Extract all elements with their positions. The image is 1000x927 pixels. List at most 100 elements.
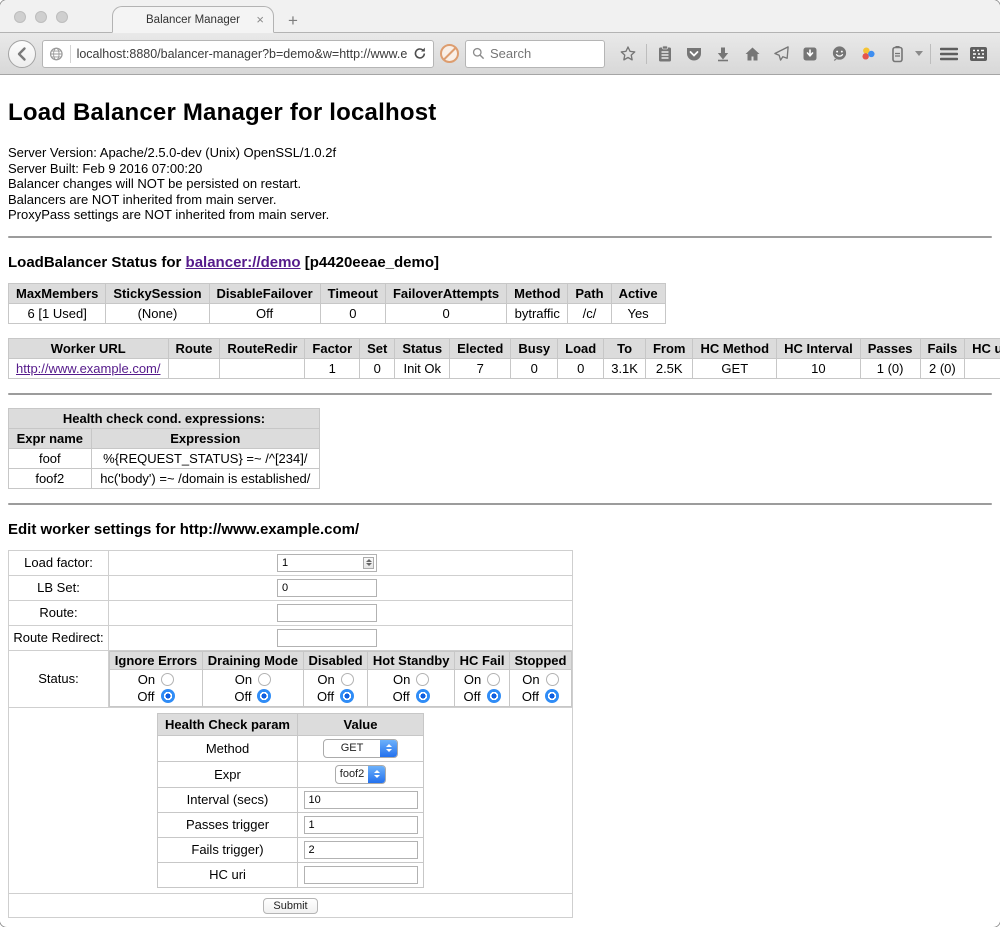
method-select[interactable]: GET [323, 739, 398, 758]
search-bar[interactable] [465, 40, 605, 68]
col-health-value: Value [298, 713, 424, 735]
share-send-icon[interactable] [770, 43, 792, 65]
cell-passes: 1 (0) [860, 358, 920, 378]
apps-grid-icon[interactable] [967, 43, 989, 65]
search-input[interactable] [490, 46, 580, 61]
worker-url-link[interactable]: http://www.example.com/ [16, 361, 161, 376]
minimize-window-icon[interactable] [35, 11, 47, 23]
interval-input[interactable] [304, 791, 418, 809]
back-button[interactable] [8, 40, 36, 68]
col-stopped: Stopped [509, 651, 571, 669]
col-passes: Passes [860, 338, 920, 358]
edit-worker-heading: Edit worker settings for http://www.exam… [8, 521, 992, 538]
ignore-errors-on-radio[interactable] [161, 673, 174, 686]
lb-set-input[interactable] [277, 579, 377, 597]
blocked-content-icon[interactable] [440, 44, 459, 63]
disabled-off-radio[interactable] [340, 689, 354, 703]
cell-fails: 2 (0) [920, 358, 965, 378]
expr-label: Expr [158, 761, 298, 787]
menu-hamburger-icon[interactable] [938, 43, 960, 65]
hc-fail-on-radio[interactable] [487, 673, 500, 686]
hc-uri-input[interactable] [304, 866, 418, 884]
load-factor-cell [109, 550, 573, 575]
number-spinner-icon[interactable] [363, 557, 374, 569]
search-icon [472, 47, 485, 60]
downloads-icon[interactable] [712, 43, 734, 65]
tab-balancer-manager[interactable]: Balancer Manager × [112, 6, 274, 33]
draining-mode-off-radio[interactable] [257, 689, 271, 703]
off-label: Off [317, 689, 334, 704]
passes-input[interactable] [304, 816, 418, 834]
balancer-demo-link[interactable]: balancer://demo [186, 254, 301, 271]
reload-icon[interactable] [413, 46, 427, 61]
disabled-on-radio[interactable] [341, 673, 354, 686]
stopped-off-radio[interactable] [545, 689, 559, 703]
table-header-row: MaxMembers StickySession DisableFailover… [9, 283, 666, 303]
table-header-row: Health Check param Value [158, 713, 424, 735]
ignore-errors-off-radio[interactable] [161, 689, 175, 703]
cell-set: 0 [360, 358, 395, 378]
route-redirect-input[interactable] [277, 629, 377, 647]
hot-standby-off-radio[interactable] [416, 689, 430, 703]
url-bar[interactable]: localhost:8880/balancer-manager?b=demo&w… [42, 40, 434, 68]
battery-widget-icon[interactable] [886, 43, 908, 65]
close-window-icon[interactable] [14, 11, 26, 23]
balancer-status-heading: LoadBalancer Status for balancer://demo … [8, 254, 992, 271]
inherit-notice-line: Balancers are NOT inherited from main se… [8, 192, 992, 208]
url-text[interactable]: localhost:8880/balancer-manager?b=demo&w… [77, 47, 408, 61]
bookmark-star-icon[interactable] [617, 43, 639, 65]
status-header-row: Ignore Errors Draining Mode Disabled Hot… [110, 651, 572, 669]
method-cell: GET [298, 735, 424, 761]
form-row-health-check: Health Check param Value Method GET [9, 707, 573, 893]
route-input[interactable] [277, 604, 377, 622]
passes-label: Passes trigger [158, 812, 298, 837]
off-label: Off [234, 689, 251, 704]
col-path: Path [568, 283, 611, 303]
page-title: Load Balancer Manager for localhost [8, 99, 992, 127]
window-controls[interactable] [14, 11, 68, 23]
tab-close-icon[interactable]: × [256, 12, 264, 27]
on-label: On [393, 672, 410, 687]
hot-standby-on-radio[interactable] [416, 673, 429, 686]
form-row-lb-set: LB Set: [9, 575, 573, 600]
zoom-window-icon[interactable] [56, 11, 68, 23]
col-hot-standby: Hot Standby [368, 651, 455, 669]
home-icon[interactable] [741, 43, 763, 65]
server-version-line: Server Version: Apache/2.5.0-dev (Unix) … [8, 145, 992, 161]
hc-fail-off-radio[interactable] [487, 689, 501, 703]
on-label: On [464, 672, 481, 687]
feedback-smiley-icon[interactable] [828, 43, 850, 65]
health-row-passes: Passes trigger [158, 812, 424, 837]
lb-set-cell [109, 575, 573, 600]
colors-extension-icon[interactable] [857, 43, 879, 65]
expr-select[interactable]: foof2 [335, 765, 386, 784]
heading-suffix: [p4420eeae_demo] [301, 254, 439, 271]
col-hc-uri: HC uri [965, 338, 1000, 358]
table-row: 6 [1 Used] (None) Off 0 0 bytraffic /c/ … [9, 303, 666, 323]
save-panel-icon[interactable] [799, 43, 821, 65]
route-cell [109, 600, 573, 625]
new-tab-button[interactable]: + [288, 12, 298, 29]
draining-mode-on-radio[interactable] [258, 673, 271, 686]
load-factor-label: Load factor: [9, 550, 109, 575]
cell-expr-name: foof [9, 448, 92, 468]
passes-cell [298, 812, 424, 837]
form-row-status: Status: Ignore Errors Draining Mode Disa… [9, 650, 573, 707]
site-identity-globe-icon [49, 46, 64, 62]
col-hc-method: HC Method [693, 338, 777, 358]
col-stickysession: StickySession [106, 283, 209, 303]
pocket-icon[interactable] [683, 43, 705, 65]
submit-button[interactable]: Submit [263, 898, 317, 914]
stopped-on-radio[interactable] [546, 673, 559, 686]
col-failoverattempts: FailoverAttempts [385, 283, 506, 303]
load-factor-input[interactable] [277, 554, 377, 572]
cell-routeredir [220, 358, 305, 378]
fails-input[interactable] [304, 841, 418, 859]
url-divider [70, 45, 71, 63]
chevron-down-icon[interactable] [915, 51, 923, 56]
divider [8, 503, 992, 505]
proxypass-notice-line: ProxyPass settings are NOT inherited fro… [8, 207, 992, 223]
table-row: foof2 hc('body') =~ /domain is establish… [9, 468, 320, 488]
reading-list-icon[interactable] [654, 43, 676, 65]
status-table: Ignore Errors Draining Mode Disabled Hot… [109, 651, 572, 707]
